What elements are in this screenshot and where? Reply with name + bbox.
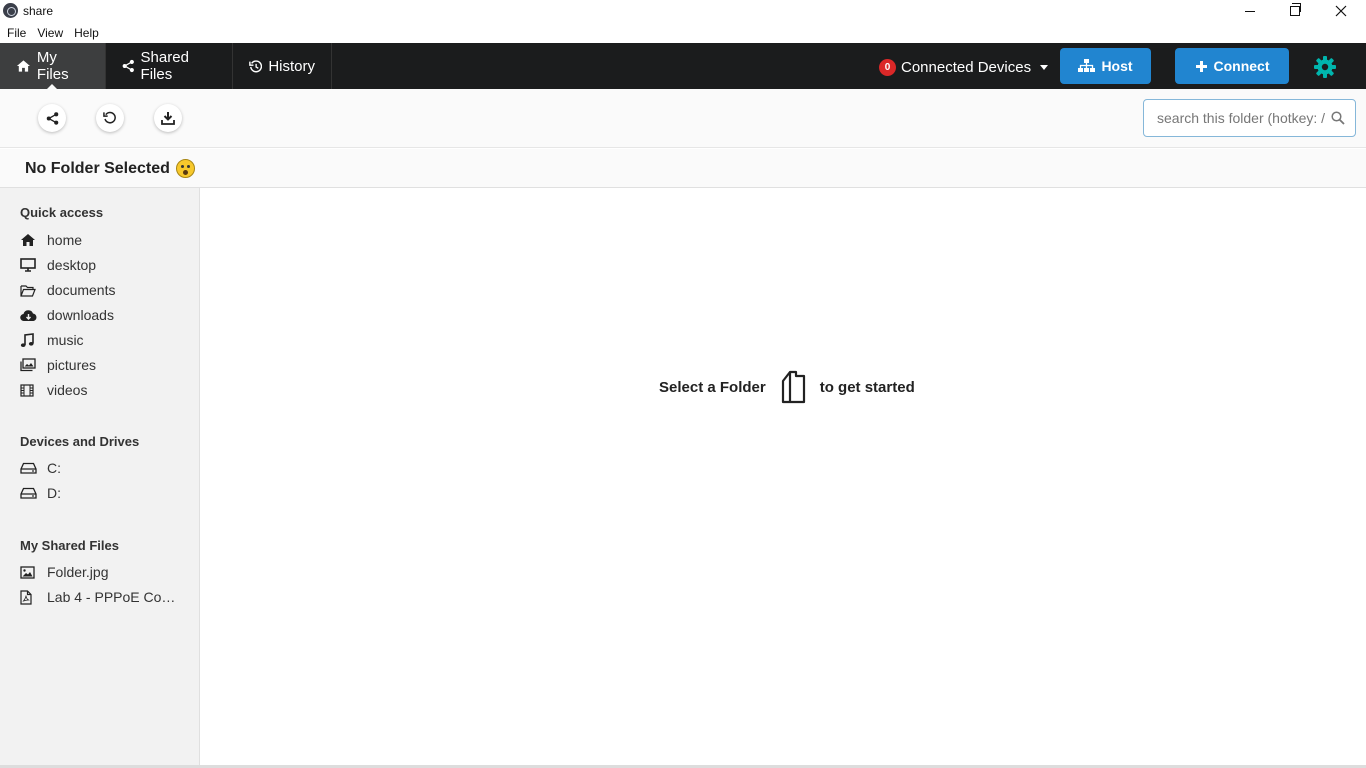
main-content: Select a Folder to get started (200, 188, 1366, 768)
connect-button[interactable]: Connect (1175, 48, 1289, 84)
close-button[interactable] (1318, 0, 1364, 22)
sidebar-item-shared-file[interactable]: Folder.jpg (20, 562, 190, 582)
quick-access-heading: Quick access (20, 205, 104, 220)
sidebar-item-label: Lab 4 - PPPoE Con... (47, 589, 177, 605)
chevron-down-icon (1040, 64, 1049, 70)
tab-label: My Files (36, 49, 69, 83)
folder-title-text: No Folder Selected (25, 159, 170, 177)
cloud-download-icon (20, 309, 37, 321)
folder-icon (781, 370, 805, 404)
sidebar-item-label: Folder.jpg (47, 564, 109, 580)
folder-header: No Folder Selected (0, 149, 1366, 188)
pdf-file-icon (20, 589, 32, 605)
surprised-emoji-icon (175, 159, 195, 178)
share-icon (46, 111, 58, 125)
restore-button[interactable] (1272, 0, 1318, 22)
page-title: No Folder Selected (25, 159, 195, 178)
search-input[interactable] (1145, 101, 1325, 135)
drive-icon (20, 462, 37, 474)
tab-my-files[interactable]: My Files (0, 43, 106, 90)
menu-view[interactable]: View (33, 26, 67, 40)
drive-icon (20, 487, 37, 499)
empty-state: Select a Folder to get started (659, 369, 915, 405)
sidebar-item-drive-d[interactable]: D: (20, 483, 190, 503)
devices-label: Connected Devices (901, 58, 1032, 76)
download-icon (161, 112, 175, 125)
plus-icon (1195, 60, 1207, 72)
image-file-icon (20, 565, 35, 579)
empty-state-text-before: Select a Folder (659, 378, 766, 396)
tab-shared-files[interactable]: Shared Files (106, 43, 233, 89)
toolbar (0, 89, 1366, 148)
sidebar-item-label: downloads (47, 307, 114, 323)
menu-help[interactable]: Help (70, 26, 103, 40)
app-icon (3, 3, 18, 18)
window-title: share (23, 4, 54, 18)
share-button[interactable] (38, 104, 66, 132)
sidebar-item-downloads[interactable]: downloads (20, 305, 190, 325)
sidebar-item-label: videos (47, 382, 88, 398)
sidebar-item-label: desktop (47, 257, 97, 273)
connected-devices-dropdown[interactable]: 0 Connected Devices (879, 58, 1049, 76)
sidebar-item-videos[interactable]: videos (20, 380, 190, 400)
tab-history[interactable]: History (233, 43, 332, 89)
gear-icon[interactable] (1313, 55, 1337, 79)
minimize-button[interactable] (1227, 0, 1273, 22)
sidebar: Quick access home desktop documents down… (0, 188, 200, 768)
sidebar-item-label: pictures (47, 357, 97, 373)
sidebar-item-documents[interactable]: documents (20, 280, 190, 300)
host-label: Host (1101, 58, 1133, 74)
sidebar-item-home[interactable]: home (20, 230, 190, 250)
images-icon (20, 358, 36, 372)
music-icon (20, 332, 34, 347)
close-icon (1335, 5, 1347, 17)
folder-open-icon (20, 284, 36, 297)
devices-drives-heading: Devices and Drives (20, 434, 140, 449)
sidebar-item-drive-c[interactable]: C: (20, 458, 190, 478)
sidebar-item-label: D: (47, 485, 61, 501)
desktop-icon (20, 258, 36, 272)
sidebar-item-shared-file[interactable]: Lab 4 - PPPoE Con... (20, 587, 190, 607)
sidebar-item-music[interactable]: music (20, 330, 190, 350)
connect-label: Connect (1213, 58, 1270, 74)
host-button[interactable]: Host (1060, 48, 1151, 84)
sidebar-item-pictures[interactable]: pictures (20, 355, 190, 375)
search-box (1143, 99, 1356, 137)
film-icon (20, 383, 34, 397)
empty-state-text-after: to get started (819, 378, 915, 396)
history-icon (249, 59, 263, 72)
sitemap-icon (1078, 59, 1096, 72)
refresh-button[interactable] (96, 104, 124, 132)
search-icon[interactable] (1331, 111, 1345, 125)
home-icon (21, 234, 35, 246)
devices-count-badge: 0 (879, 58, 896, 76)
sidebar-item-label: documents (47, 282, 116, 298)
share-icon (122, 59, 134, 73)
title-bar: share (0, 0, 1366, 22)
sidebar-item-label: music (47, 332, 84, 348)
sidebar-item-label: home (47, 232, 83, 248)
menu-file[interactable]: File (3, 26, 30, 40)
undo-icon (103, 111, 116, 124)
menu-bar: File View Help (0, 22, 1366, 43)
top-nav: My Files Shared Files History 0 Connecte… (0, 43, 1366, 90)
sidebar-item-label: C: (47, 460, 61, 476)
home-icon (16, 60, 30, 72)
tab-label: History (268, 57, 315, 75)
tab-label: Shared Files (140, 49, 189, 83)
my-shared-files-heading: My Shared Files (20, 538, 119, 553)
download-button[interactable] (154, 104, 182, 132)
sidebar-item-desktop[interactable]: desktop (20, 255, 190, 275)
